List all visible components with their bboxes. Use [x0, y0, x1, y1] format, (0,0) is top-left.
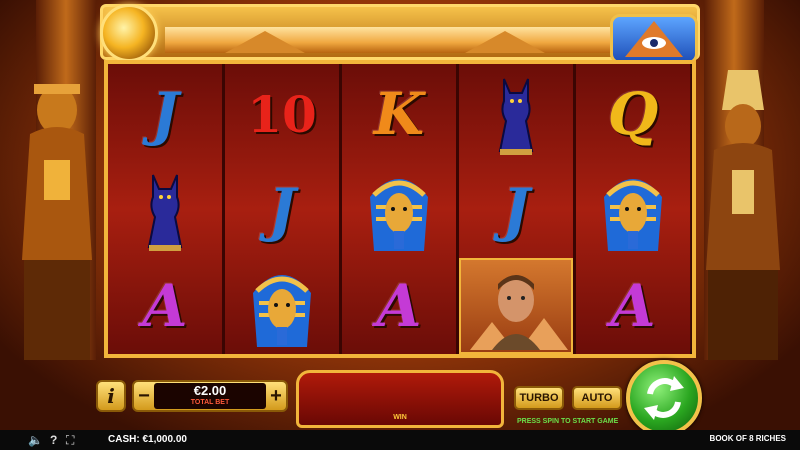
symbol-j: J — [108, 66, 222, 162]
symbol-q: Q — [576, 66, 690, 162]
fullscreen-icon[interactable]: ⛶ — [66, 433, 74, 448]
pyramid-icon — [465, 31, 545, 53]
bet-decrease-button[interactable]: − — [134, 384, 154, 408]
info-button[interactable]: i — [96, 380, 126, 412]
reel-grid: JA 10 J KA J QA — [104, 60, 696, 358]
symbol-glyph: J — [151, 80, 179, 148]
refresh-arrows-icon — [644, 376, 684, 420]
symbol-a: A — [108, 258, 222, 354]
pharaoh-mask-symbol-icon — [342, 162, 456, 258]
eye-of-horus-pyramid-icon — [610, 14, 698, 64]
symbol-glyph: A — [376, 272, 422, 340]
explorer-symbol-icon — [459, 258, 573, 354]
bet-panel: − €2.00 TOTAL BET + — [132, 380, 288, 412]
reel-2: 10 J — [225, 64, 339, 354]
eye-icon — [625, 21, 683, 57]
symbol-a: A — [342, 258, 456, 354]
sun-coin-icon — [100, 4, 158, 62]
symbol-glyph: A — [142, 272, 188, 340]
win-panel: WIN — [296, 370, 504, 428]
symbol-k: K — [342, 66, 456, 162]
cash-label: CASH: — [108, 434, 140, 445]
symbol-glyph: J — [268, 176, 296, 244]
total-bet-value: €2.00 — [193, 383, 227, 398]
game-title: BOOK OF 8 RICHES — [709, 434, 786, 443]
spin-button[interactable] — [626, 360, 702, 436]
pharaoh-mask-symbol-icon — [225, 258, 339, 354]
symbol-glyph: A — [610, 272, 656, 340]
reel-5: QA — [576, 64, 690, 354]
desert-scene — [165, 27, 615, 53]
symbol-j: J — [459, 162, 573, 258]
pharaoh-statue-right-icon — [706, 70, 780, 360]
symbol-j: J — [225, 162, 339, 258]
symbol-glyph: K — [373, 80, 425, 148]
cash-value: €1,000.00 — [142, 434, 187, 445]
reel-3: KA — [342, 64, 456, 354]
symbol-glyph: 10 — [247, 84, 317, 144]
symbol-glyph: Q — [607, 80, 659, 148]
sound-icon[interactable]: 🔈 — [28, 433, 43, 447]
auto-spin-button[interactable]: AUTO — [572, 386, 622, 410]
symbol-glyph: J — [502, 176, 530, 244]
total-bet-label: TOTAL BET — [190, 399, 230, 406]
cash-readout: CASH: €1,000.00 — [108, 434, 187, 445]
win-label: WIN — [393, 414, 407, 421]
reel-1: JA — [108, 64, 222, 354]
bet-increase-button[interactable]: + — [266, 384, 286, 408]
bastet-cat-symbol-icon — [108, 162, 222, 258]
egyptian-statue-left-icon — [22, 84, 92, 360]
pyramid-icon — [225, 31, 305, 53]
reel-4: J — [459, 64, 573, 354]
bet-display: €2.00 TOTAL BET — [154, 383, 266, 409]
turbo-button[interactable]: TURBO — [514, 386, 564, 410]
help-icon[interactable]: ? — [50, 433, 57, 447]
status-bar: 🔈 ? ⛶ CASH: €1,000.00 PRESS SPIN TO STAR… — [0, 418, 800, 450]
symbol-a: A — [576, 258, 690, 354]
symbol-10: 10 — [225, 66, 339, 162]
start-hint: PRESS SPIN TO START GAME — [517, 418, 619, 425]
bastet-cat-symbol-icon — [459, 66, 573, 162]
pharaoh-mask-symbol-icon — [576, 162, 690, 258]
